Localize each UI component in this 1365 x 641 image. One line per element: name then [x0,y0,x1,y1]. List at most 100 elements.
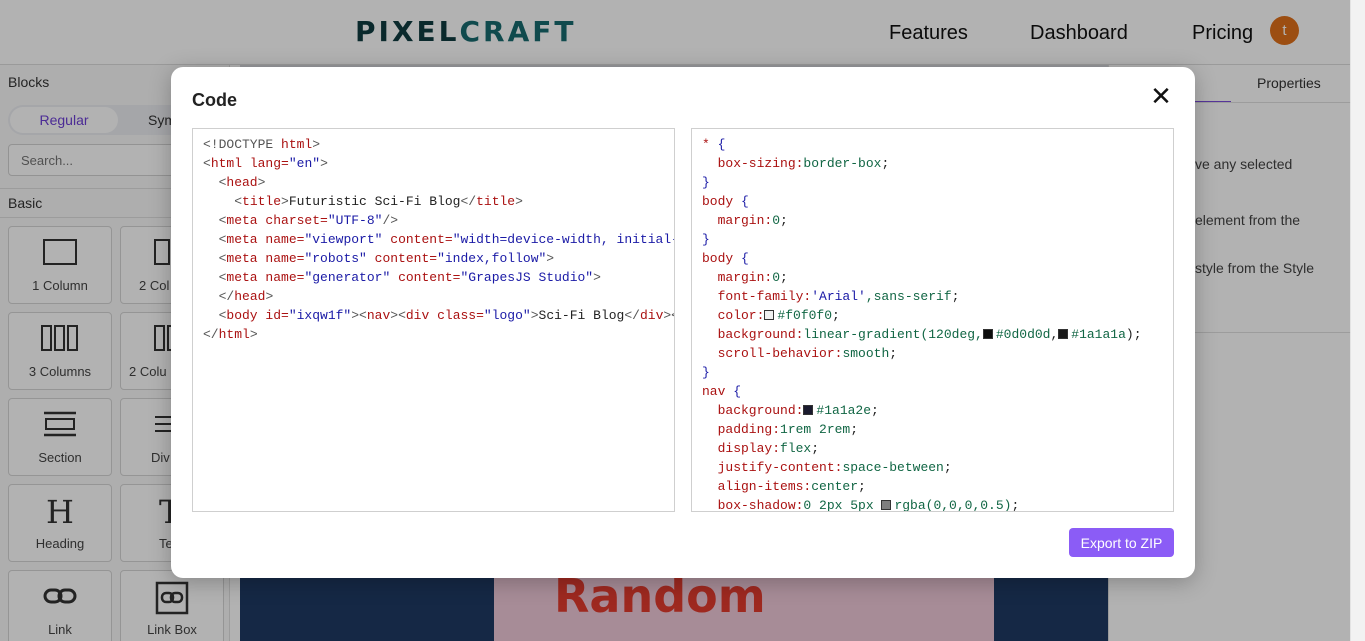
css-code-line: padding:1rem 2rem; [702,420,1173,439]
code-token: #0d0d0d [995,327,1051,342]
html-code-line: <!DOCTYPE html> [203,135,674,154]
code-token: scroll-behavior: [702,346,843,361]
color-swatch[interactable] [764,310,775,320]
code-token: < [203,156,211,171]
code-token: Futuristic Sci-Fi Blog [288,194,461,209]
code-token: { [717,137,726,152]
code-token: display: [702,441,781,456]
html-code-line: <meta name="generator" content="GrapesJS… [203,268,674,287]
code-token: ; [889,346,898,361]
code-token: linear-gradient(120deg, [803,327,983,342]
code-token: ; [943,460,952,475]
code-token: title [242,194,282,209]
code-token: ; [871,403,879,418]
code-token: ,sans-serif [865,289,952,304]
html-code-line: <head> [203,173,674,192]
export-zip-button[interactable]: Export to ZIP [1069,528,1174,557]
css-code-line: nav { [702,382,1173,401]
color-swatch[interactable] [803,405,814,415]
code-token: html [281,137,313,152]
code-token: < [203,213,227,228]
color-swatch[interactable] [1058,329,1069,339]
code-token: </ [624,308,640,323]
code-token: name= [265,270,305,285]
code-token: </ [203,289,235,304]
code-token: >< [663,308,674,323]
html-code-line: <body id="ixqw1f"><nav><div class="logo"… [203,306,674,325]
code-token: < [203,232,227,247]
html-code-line: <title>Futuristic Sci-Fi Blog</title> [203,192,674,211]
code-token: } [702,175,710,190]
code-token: /> [382,213,399,228]
html-code-editor[interactable]: <!DOCTYPE html> <html lang="en"> <head> <… [192,128,675,512]
code-token: html [210,156,250,171]
code-token: 'Arial' [811,289,866,304]
code-token: </ [203,327,219,342]
code-token: margin: [702,213,773,228]
code-token: ; [811,441,820,456]
code-token: ; [780,270,788,285]
code-token: margin: [702,270,773,285]
code-token: >< [390,308,406,323]
code-token: > [546,251,555,266]
code-token: body [226,308,266,323]
html-code-line: </html> [203,325,674,344]
css-code-line: color: #f0f0f0; [702,306,1173,325]
code-token: smooth [842,346,890,361]
code-token: { [733,384,742,399]
css-code-line: font-family:'Arial',sans-serif; [702,287,1173,306]
code-token: > [249,327,258,342]
code-token: html [218,327,250,342]
css-code-line: body { [702,192,1173,211]
code-token: > [515,194,523,209]
css-code-line: box-sizing:border-box; [702,154,1173,173]
code-token: #1a1a1a [1071,327,1126,342]
code-token: flex [780,441,812,456]
css-code-line: } [702,230,1173,249]
code-token: "generator" [304,270,399,285]
code-token: div [405,308,438,323]
code-token: </ [460,194,477,209]
code-token: box-sizing: [702,156,804,171]
code-token: > [312,137,321,152]
css-code-line: justify-content:space-between; [702,458,1173,477]
code-token: Sci-Fi Blog [538,308,625,323]
code-token: background: [702,403,804,418]
code-token: <!DOCTYPE [203,137,282,152]
css-code-line: display:flex; [702,439,1173,458]
css-code-line: scroll-behavior:smooth; [702,344,1173,363]
code-token: content= [390,232,453,247]
color-swatch[interactable] [982,329,993,339]
code-token: #f0f0f0 [777,308,833,323]
code-token: "ixqw1f" [288,308,352,323]
code-token: < [203,175,227,190]
code-token: "viewport" [304,232,391,247]
css-code-line: } [702,363,1173,382]
code-token: > [530,308,539,323]
html-code-line: <html lang="en"> [203,154,674,173]
code-token: body [702,251,742,266]
code-token: id= [265,308,289,323]
code-token: justify-content: [702,460,843,475]
html-code-line: <meta name="viewport" content="width=dev… [203,230,674,249]
code-token: font-family: [702,289,812,304]
code-token: body [702,194,742,209]
code-token: border-box [803,156,882,171]
code-token: center [811,479,859,494]
code-token: "robots" [304,251,375,266]
color-swatch[interactable] [881,500,892,510]
code-token: "logo" [483,308,531,323]
code-token: meta [226,213,266,228]
code-token: > [265,289,274,304]
code-token: title [476,194,516,209]
code-token: 0 [772,213,781,228]
code-token: } [702,365,710,380]
code-token: rgba(0,0,0,0.5) [894,498,1012,512]
code-token: < [203,251,227,266]
code-token: div [639,308,664,323]
close-icon[interactable]: ✕ [1147,84,1175,112]
page-scrollbar[interactable] [1350,0,1365,641]
css-code-line: } [702,173,1173,192]
css-code-line: box-shadow:0 2px 5px rgba(0,0,0,0.5); [702,496,1173,512]
css-code-editor[interactable]: * { box-sizing:border-box;} body { margin… [691,128,1174,512]
